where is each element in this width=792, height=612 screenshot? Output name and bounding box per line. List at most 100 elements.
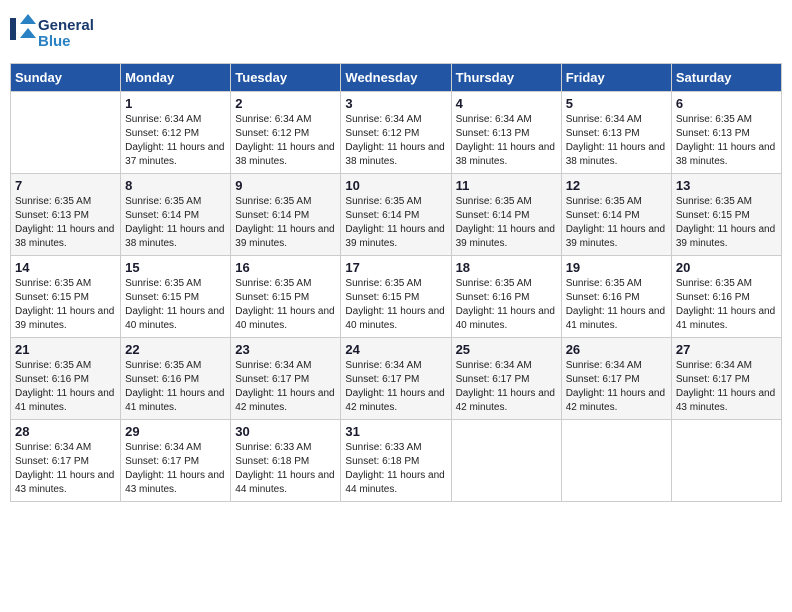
day-number: 26 — [566, 342, 667, 357]
calendar-cell: 14Sunrise: 6:35 AMSunset: 6:15 PMDayligh… — [11, 256, 121, 338]
day-number: 7 — [15, 178, 116, 193]
day-info: Sunrise: 6:35 AMSunset: 6:15 PMDaylight:… — [235, 277, 336, 333]
calendar-cell: 9 Sunrise: 6:35 AMSunset: 6:14 PMDaylight… — [231, 174, 341, 256]
calendar-week-row: 21Sunrise: 6:35 AMSunset: 6:16 PMDayligh… — [11, 338, 782, 420]
day-info: Sunrise: 6:35 AMSunset: 6:13 PMDaylight:… — [15, 195, 116, 251]
day-info: Sunrise: 6:35 AMSunset: 6:14 PMDaylight:… — [566, 195, 667, 251]
calendar-cell: 4 Sunrise: 6:34 AMSunset: 6:13 PMDaylight… — [451, 92, 561, 174]
calendar-cell: 18 Sunrise: 6:35 AMSunset: 6:16 PMDayligh… — [451, 256, 561, 338]
day-number: 5 — [566, 96, 667, 111]
day-info: Sunrise: 6:34 AMSunset: 6:17 PMDaylight:… — [676, 359, 777, 415]
calendar-cell: 10 Sunrise: 6:35 AMSunset: 6:14 PMDayligh… — [341, 174, 451, 256]
day-number: 15 — [125, 260, 226, 275]
day-number: 6 — [676, 96, 777, 111]
day-info: Sunrise: 6:35 AMSunset: 6:16 PMDaylight:… — [125, 359, 226, 415]
day-number: 12 — [566, 178, 667, 193]
calendar-cell: 20 Sunrise: 6:35 AMSunset: 6:16 PMDayligh… — [671, 256, 781, 338]
day-info: Sunrise: 6:35 AMSunset: 6:14 PMDaylight:… — [125, 195, 226, 251]
calendar-cell: 1 Sunrise: 6:34 AMSunset: 6:12 PMDaylight… — [121, 92, 231, 174]
calendar-cell: 3 Sunrise: 6:34 AMSunset: 6:12 PMDaylight… — [341, 92, 451, 174]
day-info: Sunrise: 6:34 AMSunset: 6:12 PMDaylight:… — [345, 113, 446, 169]
day-number: 19 — [566, 260, 667, 275]
calendar-cell: 26 Sunrise: 6:34 AMSunset: 6:17 PMDayligh… — [561, 338, 671, 420]
weekday-header: Saturday — [671, 64, 781, 92]
day-info: Sunrise: 6:34 AMSunset: 6:17 PMDaylight:… — [345, 359, 446, 415]
weekday-header: Tuesday — [231, 64, 341, 92]
weekday-header: Monday — [121, 64, 231, 92]
day-info: Sunrise: 6:34 AMSunset: 6:13 PMDaylight:… — [566, 113, 667, 169]
calendar-cell: 25 Sunrise: 6:34 AMSunset: 6:17 PMDayligh… — [451, 338, 561, 420]
day-number: 2 — [235, 96, 336, 111]
calendar-cell: 8Sunrise: 6:35 AMSunset: 6:14 PMDaylight… — [121, 174, 231, 256]
calendar-cell — [561, 420, 671, 502]
calendar-cell: 27 Sunrise: 6:34 AMSunset: 6:17 PMDayligh… — [671, 338, 781, 420]
day-number: 10 — [345, 178, 446, 193]
day-info: Sunrise: 6:35 AMSunset: 6:15 PMDaylight:… — [676, 195, 777, 251]
day-info: Sunrise: 6:34 AMSunset: 6:12 PMDaylight:… — [125, 113, 226, 169]
day-info: Sunrise: 6:34 AMSunset: 6:17 PMDaylight:… — [15, 441, 116, 497]
day-number: 16 — [235, 260, 336, 275]
day-number: 25 — [456, 342, 557, 357]
calendar-cell: 22 Sunrise: 6:35 AMSunset: 6:16 PMDayligh… — [121, 338, 231, 420]
calendar-header-row: SundayMondayTuesdayWednesdayThursdayFrid… — [11, 64, 782, 92]
calendar-cell: 12 Sunrise: 6:35 AMSunset: 6:14 PMDayligh… — [561, 174, 671, 256]
calendar-cell: 30 Sunrise: 6:33 AMSunset: 6:18 PMDayligh… — [231, 420, 341, 502]
day-number: 9 — [235, 178, 336, 193]
day-info: Sunrise: 6:35 AMSunset: 6:14 PMDaylight:… — [235, 195, 336, 251]
day-number: 20 — [676, 260, 777, 275]
page-header: General Blue — [10, 10, 782, 55]
calendar-cell: 24 Sunrise: 6:34 AMSunset: 6:17 PMDayligh… — [341, 338, 451, 420]
weekday-header: Thursday — [451, 64, 561, 92]
day-info: Sunrise: 6:35 AMSunset: 6:13 PMDaylight:… — [676, 113, 777, 169]
day-number: 13 — [676, 178, 777, 193]
day-number: 30 — [235, 424, 336, 439]
calendar-cell: 11 Sunrise: 6:35 AMSunset: 6:14 PMDayligh… — [451, 174, 561, 256]
calendar-cell — [451, 420, 561, 502]
day-info: Sunrise: 6:35 AMSunset: 6:16 PMDaylight:… — [456, 277, 557, 333]
calendar-cell: 17Sunrise: 6:35 AMSunset: 6:15 PMDayligh… — [341, 256, 451, 338]
day-info: Sunrise: 6:34 AMSunset: 6:17 PMDaylight:… — [235, 359, 336, 415]
calendar-cell: 6 Sunrise: 6:35 AMSunset: 6:13 PMDaylight… — [671, 92, 781, 174]
calendar-week-row: 1 Sunrise: 6:34 AMSunset: 6:12 PMDaylight… — [11, 92, 782, 174]
calendar-cell: 23Sunrise: 6:34 AMSunset: 6:17 PMDayligh… — [231, 338, 341, 420]
calendar-cell: 13 Sunrise: 6:35 AMSunset: 6:15 PMDayligh… — [671, 174, 781, 256]
day-number: 1 — [125, 96, 226, 111]
day-info: Sunrise: 6:35 AMSunset: 6:16 PMDaylight:… — [15, 359, 116, 415]
day-number: 17 — [345, 260, 446, 275]
calendar-cell: 7 Sunrise: 6:35 AMSunset: 6:13 PMDaylight… — [11, 174, 121, 256]
day-number: 29 — [125, 424, 226, 439]
day-info: Sunrise: 6:35 AMSunset: 6:14 PMDaylight:… — [456, 195, 557, 251]
calendar-week-row: 14Sunrise: 6:35 AMSunset: 6:15 PMDayligh… — [11, 256, 782, 338]
day-info: Sunrise: 6:34 AMSunset: 6:12 PMDaylight:… — [235, 113, 336, 169]
day-info: Sunrise: 6:34 AMSunset: 6:17 PMDaylight:… — [566, 359, 667, 415]
logo: General Blue — [10, 10, 100, 55]
day-info: Sunrise: 6:35 AMSunset: 6:15 PMDaylight:… — [125, 277, 226, 333]
day-info: Sunrise: 6:34 AMSunset: 6:17 PMDaylight:… — [456, 359, 557, 415]
logo-svg: General Blue — [10, 10, 100, 55]
calendar-cell: 15 Sunrise: 6:35 AMSunset: 6:15 PMDayligh… — [121, 256, 231, 338]
day-number: 28 — [15, 424, 116, 439]
day-number: 22 — [125, 342, 226, 357]
day-number: 27 — [676, 342, 777, 357]
day-info: Sunrise: 6:35 AMSunset: 6:14 PMDaylight:… — [345, 195, 446, 251]
weekday-header: Friday — [561, 64, 671, 92]
day-info: Sunrise: 6:34 AMSunset: 6:13 PMDaylight:… — [456, 113, 557, 169]
day-info: Sunrise: 6:33 AMSunset: 6:18 PMDaylight:… — [235, 441, 336, 497]
day-number: 18 — [456, 260, 557, 275]
calendar-cell — [671, 420, 781, 502]
calendar-cell: 5 Sunrise: 6:34 AMSunset: 6:13 PMDaylight… — [561, 92, 671, 174]
day-number: 24 — [345, 342, 446, 357]
weekday-header: Wednesday — [341, 64, 451, 92]
day-number: 3 — [345, 96, 446, 111]
day-number: 11 — [456, 178, 557, 193]
day-number: 4 — [456, 96, 557, 111]
day-info: Sunrise: 6:35 AMSunset: 6:16 PMDaylight:… — [676, 277, 777, 333]
calendar-cell: 2 Sunrise: 6:34 AMSunset: 6:12 PMDaylight… — [231, 92, 341, 174]
calendar-week-row: 7 Sunrise: 6:35 AMSunset: 6:13 PMDaylight… — [11, 174, 782, 256]
calendar-table: SundayMondayTuesdayWednesdayThursdayFrid… — [10, 63, 782, 502]
day-info: Sunrise: 6:34 AMSunset: 6:17 PMDaylight:… — [125, 441, 226, 497]
svg-text:Blue: Blue — [38, 33, 71, 50]
day-number: 31 — [345, 424, 446, 439]
day-info: Sunrise: 6:35 AMSunset: 6:15 PMDaylight:… — [15, 277, 116, 333]
calendar-cell: 31Sunrise: 6:33 AMSunset: 6:18 PMDayligh… — [341, 420, 451, 502]
